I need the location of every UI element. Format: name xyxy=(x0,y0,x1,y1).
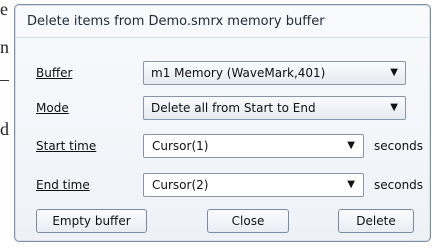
background-text-d: d xyxy=(0,119,9,139)
start-time-label-text: Start time xyxy=(36,139,97,153)
chevron-down-icon[interactable]: ▼ xyxy=(390,102,398,113)
background-text-n: n xyxy=(0,37,9,57)
start-time-combobox[interactable]: Cursor(1) ▼ xyxy=(143,134,364,158)
buffer-label: Buffer xyxy=(36,66,72,80)
end-time-combobox[interactable]: Cursor(2) ▼ xyxy=(143,173,364,197)
background-text-e: e xyxy=(0,0,8,19)
buffer-selected-value: m1 Memory (WaveMark,401) xyxy=(151,66,326,80)
mode-dropdown[interactable]: Delete all from Start to End ▼ xyxy=(143,96,406,120)
close-button[interactable]: Close xyxy=(207,209,289,233)
mode-label: Mode xyxy=(36,101,69,115)
delete-button[interactable]: Delete xyxy=(338,209,414,233)
start-time-label: Start time xyxy=(36,139,96,153)
delete-items-dialog: Delete items from Demo.smrx memory buffe… xyxy=(14,4,431,242)
dialog-titlebar: Delete items from Demo.smrx memory buffe… xyxy=(15,5,430,38)
start-time-unit: seconds xyxy=(374,139,424,153)
empty-buffer-button[interactable]: Empty buffer xyxy=(36,209,147,233)
end-time-label: End time xyxy=(36,178,90,192)
mode-label-text: Mode xyxy=(36,101,69,115)
start-time-value[interactable]: Cursor(1) xyxy=(152,139,208,153)
end-time-unit: seconds xyxy=(374,178,424,192)
chevron-down-icon[interactable]: ▼ xyxy=(347,179,355,190)
buffer-dropdown[interactable]: m1 Memory (WaveMark,401) ▼ xyxy=(143,61,406,85)
end-time-value[interactable]: Cursor(2) xyxy=(152,178,208,192)
mode-selected-value: Delete all from Start to End xyxy=(151,101,316,115)
background-text-dash: – xyxy=(0,69,9,89)
chevron-down-icon[interactable]: ▼ xyxy=(347,140,355,151)
dialog-title: Delete items from Demo.smrx memory buffe… xyxy=(27,14,325,29)
chevron-down-icon[interactable]: ▼ xyxy=(390,67,398,78)
buffer-label-text: Buffer xyxy=(36,66,73,80)
end-time-label-text: End time xyxy=(36,178,90,192)
